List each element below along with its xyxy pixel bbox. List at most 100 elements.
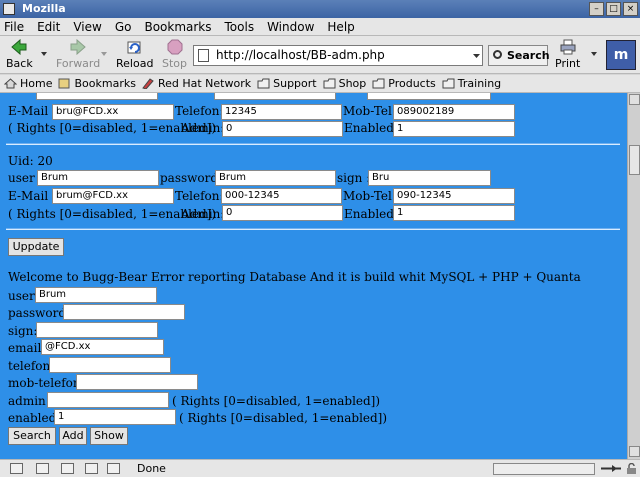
maximize-button[interactable]: □ xyxy=(606,2,621,16)
folder-icon xyxy=(257,78,270,89)
form-sign-label: sign: xyxy=(8,324,38,338)
form-sign-input[interactable] xyxy=(36,322,158,338)
record1-sign-field[interactable] xyxy=(367,93,491,100)
address-book-icon[interactable] xyxy=(85,463,98,474)
bookmark-support[interactable]: Support xyxy=(257,77,317,90)
back-label: Back xyxy=(6,57,33,70)
form-enabled-rights-hint: ( Rights [0=disabled, 1=enabled]) xyxy=(179,411,388,425)
form-enabled-label: enabled: xyxy=(8,411,61,425)
folder-icon xyxy=(442,78,455,89)
menu-go[interactable]: Go xyxy=(115,20,132,34)
form-email-label: email: xyxy=(8,341,46,355)
minimize-button[interactable]: – xyxy=(589,2,604,16)
record2-password-label: password: xyxy=(160,171,223,185)
update-button[interactable]: Uppdate xyxy=(8,238,64,256)
record2-email-label: E-Mail : xyxy=(8,189,57,203)
menu-file[interactable]: File xyxy=(4,20,24,34)
home-icon xyxy=(4,78,17,89)
record1-mobtel-field[interactable]: 089002189 xyxy=(393,104,515,120)
menu-bar: File Edit View Go Bookmarks Tools Window… xyxy=(0,18,640,36)
form-telefon-input[interactable] xyxy=(49,357,171,373)
form-email-input[interactable]: @FCD.xx xyxy=(41,339,164,355)
menu-tools[interactable]: Tools xyxy=(225,20,255,34)
record1-mobtel-label: Mob-Tel: xyxy=(343,104,396,118)
bookmark-training[interactable]: Training xyxy=(442,77,501,90)
bookmark-redhat-network[interactable]: Red Hat Network xyxy=(142,77,251,90)
search-button[interactable]: Search xyxy=(488,45,550,66)
form-password-input[interactable] xyxy=(63,304,185,320)
chat-icon[interactable] xyxy=(107,463,120,474)
online-status-icon[interactable] xyxy=(600,463,622,474)
bookmark-products[interactable]: Products xyxy=(372,77,436,90)
record1-email-label: E-Mail : xyxy=(8,104,57,118)
record1-telefon-field[interactable]: 12345 xyxy=(221,104,342,120)
scroll-thumb[interactable] xyxy=(629,145,640,175)
bookmark-shop[interactable]: Shop xyxy=(323,77,367,90)
menu-bookmarks[interactable]: Bookmarks xyxy=(144,20,211,34)
url-input[interactable]: http://localhost/BB-adm.php xyxy=(193,45,483,66)
form-admin-input[interactable] xyxy=(47,392,169,408)
bookmark-home[interactable]: Home xyxy=(4,77,52,90)
progress-bar xyxy=(493,463,595,475)
welcome-text: Welcome to Bugg-Bear Error reporting Dat… xyxy=(8,270,581,284)
record2-sign-field[interactable]: Bru xyxy=(368,170,491,186)
forward-label: Forward xyxy=(56,57,101,70)
forward-button[interactable]: Forward xyxy=(56,39,100,70)
record1-telefon-label: Telefon: xyxy=(175,104,224,118)
back-arrow-icon xyxy=(11,39,27,55)
forward-dropdown-icon[interactable] xyxy=(101,52,107,56)
mail-icon[interactable] xyxy=(36,463,49,474)
record2-mobtel-field[interactable]: 090-12345 xyxy=(393,188,515,204)
show-button[interactable]: Show xyxy=(90,427,128,445)
record1-enabled-label: Enabled: xyxy=(344,121,398,135)
bookmark-bookmarks-label: Bookmarks xyxy=(74,77,136,90)
record2-telefon-field[interactable]: 000-12345 xyxy=(221,188,342,204)
scroll-up-icon[interactable] xyxy=(629,94,640,105)
close-button[interactable]: × xyxy=(623,2,638,16)
bookmark-shop-label: Shop xyxy=(338,77,367,90)
bookmark-support-label: Support xyxy=(273,77,317,90)
record2-user-field[interactable]: Brum xyxy=(37,170,159,186)
record1-enabled-field[interactable]: 1 xyxy=(393,121,515,137)
reload-button[interactable]: Reload xyxy=(116,39,153,70)
record1-password-field[interactable] xyxy=(214,93,336,100)
record1-admin-label: Admin: xyxy=(181,121,225,135)
scroll-down-icon[interactable] xyxy=(629,446,640,457)
search-icon xyxy=(493,50,502,59)
menu-window[interactable]: Window xyxy=(267,20,314,34)
record2-password-field[interactable]: Brum xyxy=(215,170,336,186)
vertical-scrollbar[interactable] xyxy=(627,93,640,459)
stop-button[interactable]: Stop xyxy=(162,39,187,70)
mozilla-icon xyxy=(3,3,15,15)
url-dropdown-icon[interactable] xyxy=(471,47,482,64)
menu-view[interactable]: View xyxy=(73,20,101,34)
security-lock-icon xyxy=(627,463,636,474)
record2-email-field[interactable]: brum@FCD.xx xyxy=(52,188,174,204)
print-dropdown-icon[interactable] xyxy=(591,52,597,56)
add-button[interactable]: Add xyxy=(59,427,87,445)
form-user-input[interactable]: Brum xyxy=(35,287,157,303)
menu-help[interactable]: Help xyxy=(327,20,354,34)
folder-icon xyxy=(323,78,336,89)
record1-email-field[interactable]: bru@FCD.xx xyxy=(52,104,174,120)
back-dropdown-icon[interactable] xyxy=(41,52,47,56)
form-enabled-input[interactable]: 1 xyxy=(54,409,176,425)
print-button[interactable]: Print xyxy=(555,39,580,70)
record2-admin-field[interactable]: 0 xyxy=(222,205,343,221)
bookmark-training-label: Training xyxy=(457,77,502,90)
folder-icon xyxy=(372,78,385,89)
bookmark-bookmarks[interactable]: Bookmarks xyxy=(58,77,136,90)
form-admin-label: admin: xyxy=(8,394,50,408)
record2-enabled-label: Enabled: xyxy=(344,207,398,221)
menu-edit[interactable]: Edit xyxy=(37,20,60,34)
status-text: Done xyxy=(137,462,166,475)
record1-admin-field[interactable]: 0 xyxy=(222,121,343,137)
record2-enabled-field[interactable]: 1 xyxy=(393,205,515,221)
record1-user-field[interactable] xyxy=(36,93,158,100)
search-submit-button[interactable]: Search xyxy=(8,427,56,445)
record2-admin-label: Admin: xyxy=(181,207,225,221)
navigator-icon[interactable] xyxy=(10,463,23,474)
back-button[interactable]: Back xyxy=(6,39,33,70)
form-mobtelefon-input[interactable] xyxy=(76,374,198,390)
composer-icon[interactable] xyxy=(61,463,74,474)
